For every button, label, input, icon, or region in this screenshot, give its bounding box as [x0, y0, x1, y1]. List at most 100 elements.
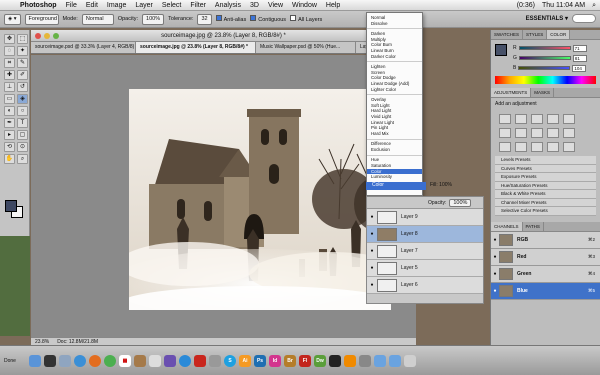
spectrum-bar[interactable]: [495, 76, 596, 84]
blend-option[interactable]: Lighter Color: [367, 87, 422, 93]
zoom-level[interactable]: 23.8%: [35, 339, 49, 345]
safari-icon[interactable]: [74, 354, 86, 367]
mail-icon[interactable]: [59, 354, 71, 367]
curves-icon[interactable]: [531, 114, 543, 124]
preset-selective-color[interactable]: Selective Color Presets: [495, 207, 596, 216]
preset-curves[interactable]: Curves Presets: [495, 164, 596, 173]
channel-row[interactable]: ● Red ⌘3: [491, 248, 600, 266]
search-field[interactable]: [572, 14, 596, 23]
eye-icon[interactable]: ●: [367, 231, 377, 237]
all-layers-checkbox[interactable]: All Layers: [290, 15, 322, 23]
terminal-icon[interactable]: [329, 354, 341, 367]
channel-row-selected[interactable]: ● Blue ⌘5: [491, 282, 600, 300]
gradient-map-icon[interactable]: [547, 142, 559, 152]
menu-select[interactable]: Select: [162, 2, 181, 9]
minimize-button[interactable]: [44, 33, 50, 39]
firefox-icon[interactable]: [89, 354, 101, 367]
tab-swatches[interactable]: SWATCHES: [491, 30, 524, 39]
trash-icon[interactable]: [404, 354, 416, 367]
paint-bucket-tool-icon[interactable]: ◈: [17, 94, 28, 104]
layer-blend-mode-select[interactable]: Color: [366, 182, 426, 190]
3d-rotate-tool-icon[interactable]: ⟲: [4, 142, 15, 152]
finder-icon[interactable]: [29, 354, 41, 367]
dashboard-icon[interactable]: [44, 354, 56, 367]
battery-status[interactable]: (0:36): [517, 2, 535, 9]
marquee-tool-icon[interactable]: ⬚: [17, 34, 28, 44]
opacity-field[interactable]: 100%: [142, 13, 165, 25]
blue-slider[interactable]: B 104: [491, 63, 600, 73]
layer-fill-field[interactable]: Fill: 100%: [430, 182, 452, 188]
vibrance-icon[interactable]: [563, 114, 575, 124]
tab-color[interactable]: COLOR: [547, 30, 571, 39]
folder-icon[interactable]: [374, 354, 386, 367]
eye-icon[interactable]: ●: [491, 271, 499, 277]
layer-row[interactable]: ● Layer 9: [367, 209, 483, 226]
path-selection-tool-icon[interactable]: ▸: [4, 130, 15, 140]
tab-sourceimage-psd[interactable]: sourceimage.psd @ 33.3% (Layer 4, RGB/8): [31, 42, 136, 53]
channel-row[interactable]: ● Green ⌘4: [491, 265, 600, 283]
acrobat-icon[interactable]: [194, 354, 206, 367]
exposure-icon[interactable]: [547, 114, 559, 124]
app-icon[interactable]: Fl: [299, 354, 311, 367]
slider-track[interactable]: [518, 46, 571, 50]
address-book-icon[interactable]: [134, 354, 146, 367]
tab-styles[interactable]: STYLES: [523, 30, 548, 39]
menu-3d[interactable]: 3D: [250, 2, 259, 9]
layer-opacity-field[interactable]: 100%: [449, 198, 472, 207]
menu-photoshop[interactable]: Photoshop: [20, 2, 57, 9]
channel-mixer-icon[interactable]: [563, 128, 575, 138]
eye-icon[interactable]: ●: [367, 248, 377, 254]
menu-file[interactable]: File: [66, 2, 77, 9]
zoom-tool-icon[interactable]: ⌕: [17, 154, 28, 164]
layer-row[interactable]: ● Layer 6: [367, 277, 483, 294]
tab-channels[interactable]: CHANNELS: [491, 221, 523, 231]
tolerance-field[interactable]: 32: [197, 13, 212, 25]
photo-filter-icon[interactable]: [547, 128, 559, 138]
bucket-tool-icon[interactable]: ◈ ▾: [4, 13, 21, 25]
brightness-icon[interactable]: [499, 114, 511, 124]
antialias-checkbox[interactable]: Anti-alias: [215, 15, 246, 23]
app-icon[interactable]: Ai: [239, 354, 251, 367]
blend-option[interactable]: Darker Color: [367, 54, 422, 60]
invert-icon[interactable]: [499, 142, 511, 152]
app-icon[interactable]: Id: [269, 354, 281, 367]
document-titlebar[interactable]: sourceimage.jpg @ 23.8% (Layer 8, RGB/8#…: [31, 30, 416, 42]
slider-value[interactable]: 104: [572, 64, 587, 72]
slider-track[interactable]: [518, 66, 571, 70]
selective-color-icon[interactable]: [563, 142, 575, 152]
vlc-icon[interactable]: [344, 354, 356, 367]
preset-exposure[interactable]: Exposure Presets: [495, 173, 596, 182]
document-canvas[interactable]: [129, 89, 391, 310]
eye-icon[interactable]: ●: [491, 237, 499, 243]
close-button[interactable]: [35, 33, 41, 39]
3d-orbit-tool-icon[interactable]: ⊙: [17, 142, 28, 152]
system-preferences-icon[interactable]: [359, 354, 371, 367]
slider-value[interactable]: 71: [572, 44, 587, 52]
blend-option[interactable]: Hard Mix: [367, 131, 422, 137]
magic-wand-tool-icon[interactable]: ✦: [17, 46, 28, 56]
mode-select[interactable]: Normal: [81, 13, 114, 25]
pen-tool-icon[interactable]: ✒: [4, 118, 15, 128]
layer-row[interactable]: ● Layer 7: [367, 243, 483, 260]
blend-option[interactable]: Exclusion: [367, 147, 422, 153]
workspace-label[interactable]: ESSENTIALS ▾: [526, 15, 568, 22]
tab-sourceimage-jpg[interactable]: sourceimage.jpg @ 23.8% (Layer 8, RGB/8#…: [136, 42, 256, 53]
calendar-icon[interactable]: ▦: [119, 354, 131, 367]
tab-adjustments[interactable]: ADJUSTMENTS: [491, 88, 532, 97]
workspace-switcher[interactable]: ESSENTIALS ▾: [526, 13, 596, 24]
brush-tool-icon[interactable]: ✐: [17, 70, 28, 80]
doc-info[interactable]: Doc: 12.8M/21.8M: [57, 339, 98, 345]
ical-icon[interactable]: [149, 354, 161, 367]
preset-levels[interactable]: Levels Presets: [495, 156, 596, 165]
levels-icon[interactable]: [515, 114, 527, 124]
eye-icon[interactable]: ●: [491, 254, 499, 260]
tab-paths[interactable]: PATHS: [523, 221, 544, 231]
threshold-icon[interactable]: [531, 142, 543, 152]
move-tool-icon[interactable]: ✥: [4, 34, 15, 44]
eye-icon[interactable]: ●: [491, 288, 499, 294]
lasso-tool-icon[interactable]: ◌: [4, 46, 15, 56]
folder-icon[interactable]: [389, 354, 401, 367]
canvas-area[interactable]: [31, 55, 416, 337]
fill-source-select[interactable]: Foreground: [24, 13, 59, 25]
eye-icon[interactable]: ●: [367, 265, 377, 271]
